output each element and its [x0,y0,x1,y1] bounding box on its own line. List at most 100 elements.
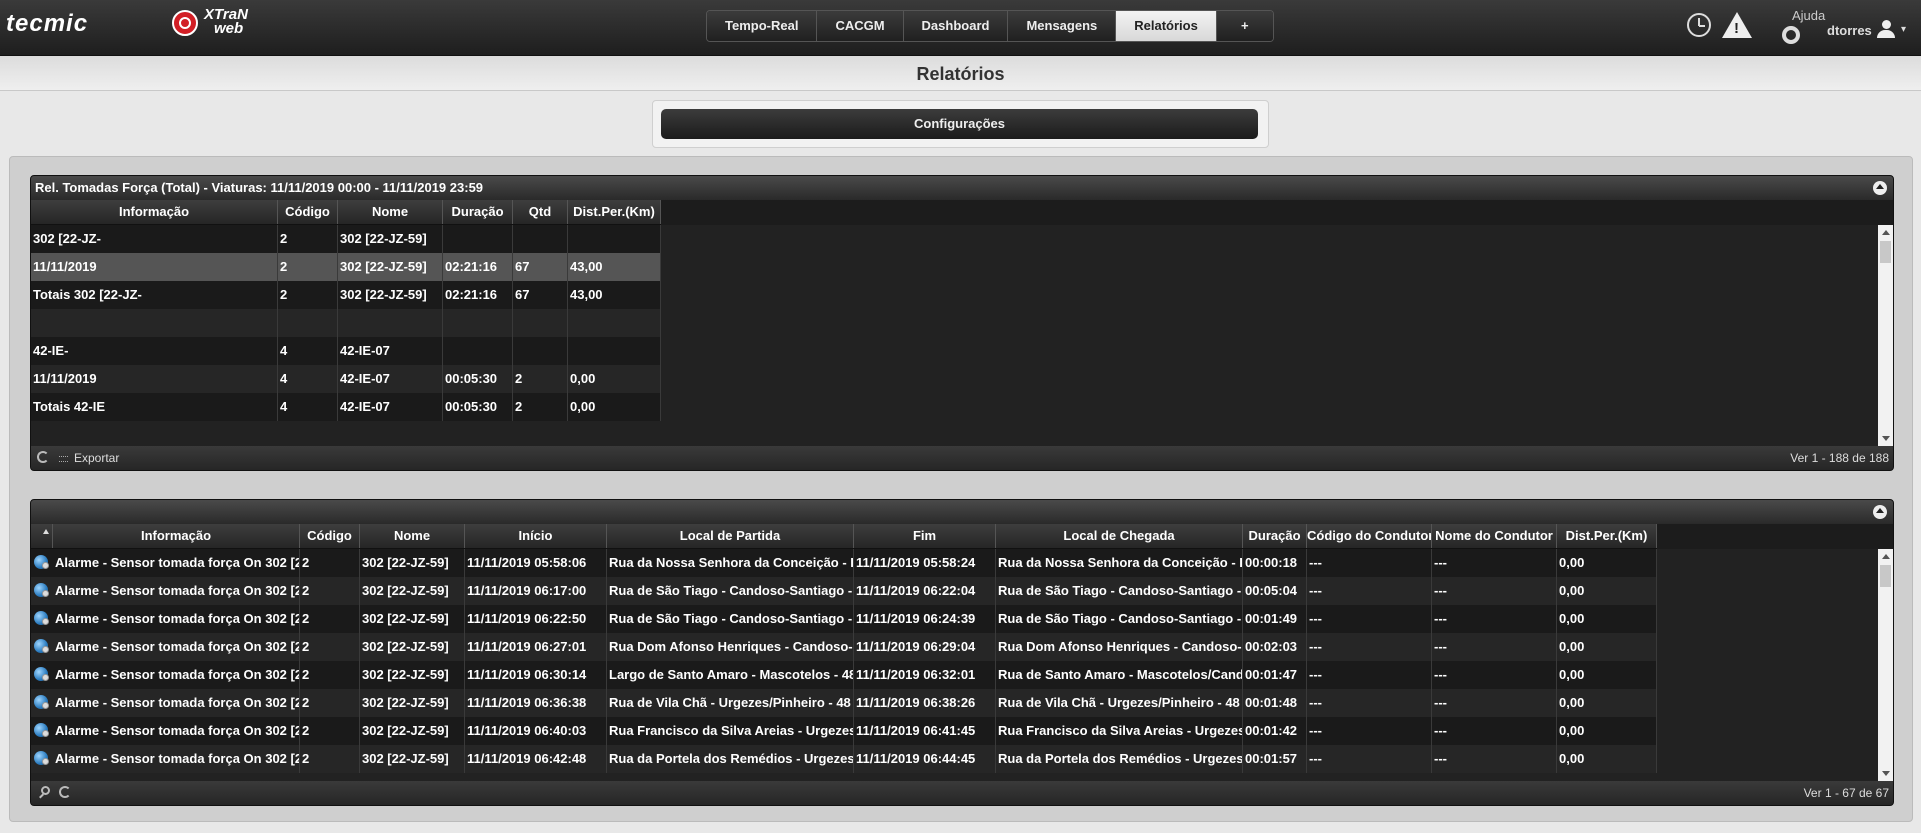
cell-inicio: 11/11/2019 05:58:06 [465,549,607,577]
col-dist[interactable]: Dist.Per.(Km) [1557,524,1657,548]
refresh-icon[interactable] [37,451,49,463]
col-nome[interactable]: Nome [360,524,465,548]
col-codigo[interactable]: Código [300,524,360,548]
collapse-icon[interactable] [1873,505,1887,519]
chevron-down-icon[interactable]: ▾ [1901,24,1906,35]
user-icon[interactable] [1876,20,1896,40]
globe-icon[interactable] [34,555,49,569]
cell-nome: 302 [22-JZ-59] [360,661,465,689]
cell-informacao: 42-IE- [31,337,278,365]
table-row[interactable]: Alarme - Sensor tomada força On 302 [22-… [31,549,1657,577]
warning-icon[interactable]: ! [1722,12,1752,38]
tab-dashboard[interactable]: Dashboard [903,11,1009,41]
search-icon[interactable] [41,786,50,795]
col-nome-condutor[interactable]: Nome do Condutor [1432,524,1557,548]
table-row[interactable]: 11/11/2019 2 302 [22-JZ-59] 02:21:16 67 43,00 [31,253,661,281]
table-row[interactable]: Alarme - Sensor tomada força On 302 [22-… [31,577,1657,605]
tab-add[interactable]: + [1216,11,1273,41]
cell-local-partida: Rua de São Tiago - Candoso-Santiago - [607,605,854,633]
cell-codigo: 2 [300,577,360,605]
cell-fim: 11/11/2019 06:22:04 [854,577,996,605]
col-codigo-condutor[interactable]: Código do Condutor [1307,524,1432,548]
cell-fim: 11/11/2019 06:24:39 [854,605,996,633]
top-bar: tecmic XTraN web Tempo-Real CACGM Dashbo… [0,0,1921,56]
cell-local-partida: Rua da Portela dos Remédios - Urgezes [607,745,854,773]
cell-fim: 11/11/2019 06:38:26 [854,689,996,717]
cell-codigo: 2 [300,633,360,661]
vertical-scrollbar[interactable] [1878,549,1893,781]
cell-nome: 302 [22-JZ-59] [360,577,465,605]
table-row[interactable]: Alarme - Sensor tomada força On 302 [22-… [31,717,1657,745]
export-icon[interactable] [59,456,68,462]
cell-codigo: 2 [278,281,338,309]
col-codigo[interactable]: Código [278,200,338,224]
globe-icon[interactable] [34,667,49,681]
col-nome[interactable]: Nome [338,200,443,224]
cell-inicio: 11/11/2019 06:30:14 [465,661,607,689]
col-qtd[interactable]: Qtd [513,200,568,224]
col-informacao[interactable]: Informação [31,200,278,224]
cell-inicio: 11/11/2019 06:40:03 [465,717,607,745]
cell-informacao: 11/11/2019 [31,253,278,281]
cell-informacao: Alarme - Sensor tomada força On 302 [22-… [53,689,300,717]
cell-nome: 42-IE-07 [338,337,443,365]
tab-cacgm[interactable]: CACGM [817,11,904,41]
table-row[interactable]: 11/11/2019 4 42-IE-07 00:05:30 2 0,00 [31,365,661,393]
cell-qtd: 2 [513,365,568,393]
globe-icon[interactable] [34,723,49,737]
col-fim[interactable]: Fim [854,524,996,548]
globe-icon[interactable] [34,583,49,597]
col-duracao[interactable]: Duração [443,200,513,224]
lifebuoy-icon[interactable] [1782,26,1800,44]
table-row[interactable]: 42-IE- 4 42-IE-07 [31,337,661,365]
alarm-clock-icon[interactable] [1687,13,1711,37]
cell-qtd [513,225,568,253]
tab-relatorios[interactable]: Relatórios [1116,11,1217,41]
username[interactable]: dtorres [1827,23,1872,38]
cell-fim: 11/11/2019 06:41:45 [854,717,996,745]
configuracoes-button[interactable]: Configurações [661,109,1258,139]
vertical-scrollbar[interactable] [1878,225,1893,446]
collapse-icon[interactable] [1873,181,1887,195]
cell-nome: 302 [22-JZ-59] [360,633,465,661]
cell-informacao: Alarme - Sensor tomada força On 302 [22-… [53,717,300,745]
col-sort[interactable] [31,524,53,548]
cell-local-chegada: Rua de São Tiago - Candoso-Santiago - [996,577,1243,605]
col-local-chegada[interactable]: Local de Chegada [996,524,1243,548]
cell-qtd: 67 [513,253,568,281]
globe-icon[interactable] [34,639,49,653]
table-row[interactable]: 302 [22-JZ- 2 302 [22-JZ-59] [31,225,661,253]
table-row[interactable]: Alarme - Sensor tomada força On 302 [22-… [31,689,1657,717]
table-row[interactable]: Alarme - Sensor tomada força On 302 [22-… [31,745,1657,773]
col-inicio[interactable]: Início [465,524,607,548]
globe-icon[interactable] [34,611,49,625]
summary-grid-body: 302 [22-JZ- 2 302 [22-JZ-59] 11/11/2019 2 302… [31,225,1893,446]
cell-informacao: Alarme - Sensor tomada força On 302 [22-… [53,745,300,773]
cell-nome: 302 [22-JZ-59] [360,745,465,773]
col-duracao[interactable]: Duração [1243,524,1307,548]
cell-duracao: 00:01:48 [1243,689,1307,717]
table-row[interactable]: Alarme - Sensor tomada força On 302 [22-… [31,661,1657,689]
col-local-partida[interactable]: Local de Partida [607,524,854,548]
col-dist[interactable]: Dist.Per.(Km) [568,200,661,224]
globe-icon[interactable] [34,695,49,709]
cell-local-chegada: Rua de Vila Chã - Urgezes/Pinheiro - 48 [996,689,1243,717]
cell-inicio: 11/11/2019 06:27:01 [465,633,607,661]
globe-icon[interactable] [34,751,49,765]
table-row[interactable]: Totais 42-IE 4 42-IE-07 00:05:30 2 0,00 [31,393,661,421]
tecmic-logo: tecmic [6,10,89,37]
refresh-icon[interactable] [59,786,71,798]
cell-informacao: Totais 42-IE [31,393,278,421]
sort-icon[interactable] [43,529,49,534]
table-row[interactable]: Totais 302 [22-JZ- 2 302 [22-JZ-59] 02:21:1… [31,281,661,309]
col-informacao[interactable]: Informação [53,524,300,548]
tab-mensagens[interactable]: Mensagens [1008,11,1117,41]
export-button[interactable]: Exportar [74,446,119,470]
help-link[interactable]: Ajuda [1792,8,1825,23]
tab-tempo-real[interactable]: Tempo-Real [707,11,818,41]
cell-inicio: 11/11/2019 06:36:38 [465,689,607,717]
table-row[interactable]: Alarme - Sensor tomada força On 302 [22-… [31,633,1657,661]
cell-duracao: 00:01:47 [1243,661,1307,689]
table-row[interactable]: Alarme - Sensor tomada força On 302 [22-… [31,605,1657,633]
table-row[interactable] [31,309,661,337]
